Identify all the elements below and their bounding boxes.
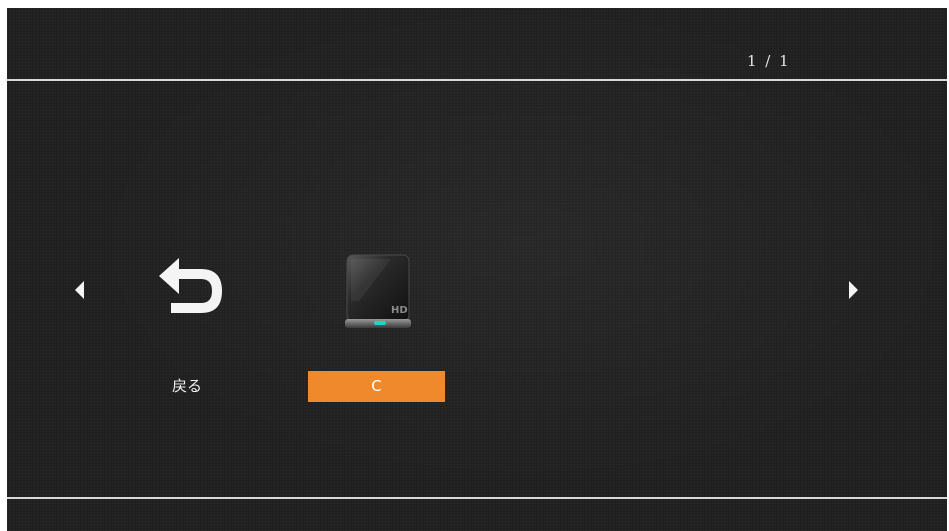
hard-drive-icon: HD (339, 251, 415, 337)
drive-item-c[interactable]: HD C (307, 244, 447, 404)
media-browser-screen: 1 / 1 戻る HD C (7, 8, 947, 531)
return-arrow-icon (149, 250, 229, 334)
top-divider (7, 79, 947, 81)
back-label: 戻る (171, 377, 202, 395)
page-counter: 1 / 1 (747, 52, 791, 70)
drive-label-selected[interactable]: C (308, 371, 445, 402)
hd-badge-text: HD (391, 305, 408, 316)
previous-page-arrow-icon[interactable] (75, 281, 84, 299)
next-page-arrow-icon[interactable] (849, 281, 858, 299)
bottom-divider (7, 497, 947, 499)
back-item[interactable]: 戻る (137, 244, 237, 404)
